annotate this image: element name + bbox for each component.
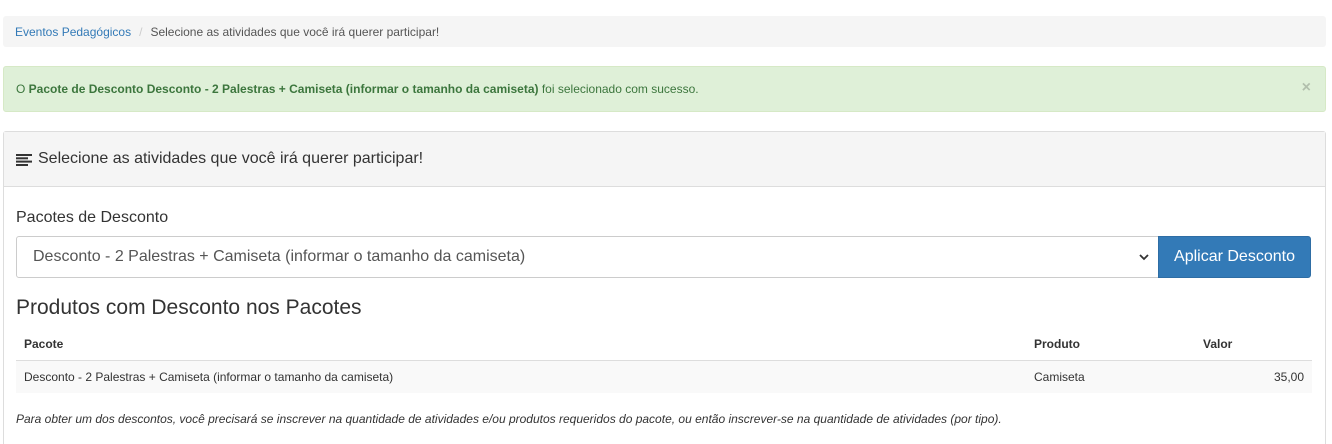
row-valor: 35,00 — [1273, 370, 1304, 384]
table-header: Pacote Produto Valor — [16, 327, 1312, 361]
chevron-down-icon — [1138, 250, 1150, 262]
panel-heading: Selecione as atividades que você irá que… — [4, 132, 1325, 187]
table-row: Desconto - 2 Palestras + Camiseta (infor… — [16, 361, 1312, 393]
section-title: Produtos com Desconto nos Pacotes — [16, 296, 362, 319]
breadcrumb-current: Selecione as atividades que você irá que… — [150, 24, 440, 39]
apply-discount-button[interactable]: Aplicar Desconto — [1158, 236, 1311, 278]
header-produto: Produto — [1034, 336, 1080, 351]
list-icon — [16, 153, 32, 166]
pacotes-select-value: Desconto - 2 Palestras + Camiseta (infor… — [33, 248, 526, 265]
pacotes-label: Pacotes de Desconto — [16, 209, 169, 226]
discount-note: Para obter um dos descontos, você precis… — [16, 412, 1002, 426]
alert-suffix: foi selecionado com sucesso. — [538, 82, 699, 96]
alert-prefix: O — [16, 82, 29, 96]
success-alert: O Pacote de Desconto Desconto - 2 Palest… — [3, 66, 1326, 112]
breadcrumb-link-eventos[interactable]: Eventos Pedagógicos — [15, 25, 131, 39]
breadcrumb: Eventos Pedagógicos / Selecione as ativi… — [3, 16, 1326, 47]
alert-package-name: Pacote de Desconto Desconto - 2 Palestra… — [28, 82, 539, 96]
breadcrumb-separator: / — [139, 24, 143, 39]
panel-title: Selecione as atividades que você irá que… — [38, 150, 424, 167]
close-icon[interactable]: × — [1302, 80, 1311, 96]
row-pacote: Desconto - 2 Palestras + Camiseta (infor… — [24, 370, 394, 384]
activities-panel: Selecione as atividades que você irá que… — [3, 131, 1326, 444]
discount-products-table: Pacote Produto Valor Desconto - 2 Palest… — [16, 327, 1312, 393]
alert-text: O Pacote de Desconto Desconto - 2 Palest… — [16, 82, 699, 96]
row-produto: Camiseta — [1034, 370, 1085, 384]
pacotes-select[interactable]: Desconto - 2 Palestras + Camiseta (infor… — [16, 236, 1159, 278]
header-valor: Valor — [1203, 336, 1233, 351]
header-pacote: Pacote — [24, 336, 64, 351]
